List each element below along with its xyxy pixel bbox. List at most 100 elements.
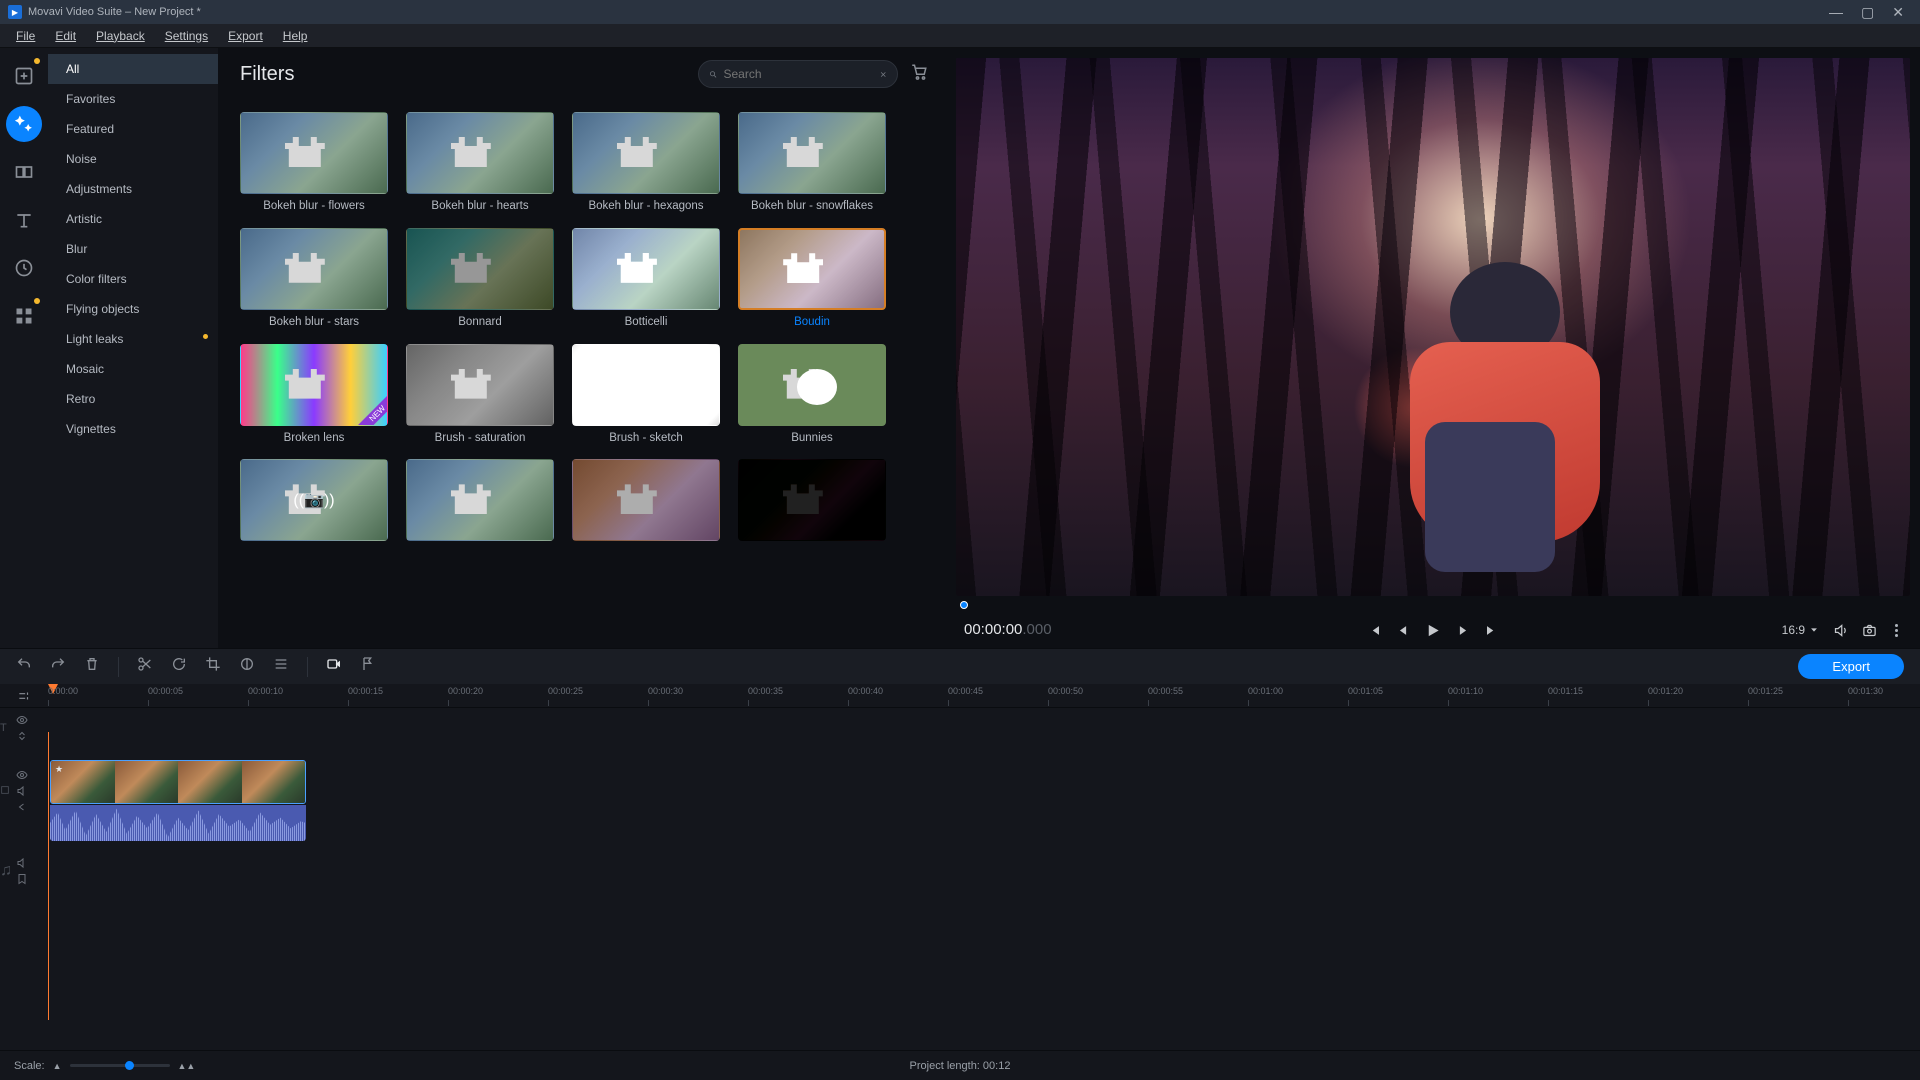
import-button[interactable] bbox=[6, 58, 42, 94]
zoom-in-button[interactable]: ▲▲ bbox=[178, 1061, 196, 1071]
search-input[interactable] bbox=[724, 67, 879, 81]
filter-bokeh-blur-flowers[interactable]: Bokeh blur - flowers bbox=[240, 112, 388, 214]
split-button[interactable] bbox=[137, 656, 153, 677]
menu-export[interactable]: Export bbox=[218, 27, 273, 45]
titles-button[interactable] bbox=[6, 202, 42, 238]
stickers-button[interactable] bbox=[6, 250, 42, 286]
volume-button[interactable] bbox=[1833, 623, 1848, 638]
prev-clip-button[interactable] bbox=[1367, 623, 1382, 638]
category-color-filters[interactable]: Color filters bbox=[48, 264, 218, 294]
tool-strip bbox=[0, 48, 48, 648]
search-box[interactable] bbox=[698, 60, 898, 88]
close-button[interactable]: ✕ bbox=[1892, 4, 1904, 21]
ruler-settings-button[interactable] bbox=[0, 684, 48, 707]
category-all[interactable]: All bbox=[48, 54, 218, 84]
category-light-leaks[interactable]: Light leaks bbox=[48, 324, 218, 354]
rotate-button[interactable] bbox=[171, 656, 187, 677]
filter-boudin[interactable]: Boudin bbox=[738, 228, 886, 330]
category-mosaic[interactable]: Mosaic bbox=[48, 354, 218, 384]
record-button[interactable] bbox=[326, 656, 342, 677]
menu-bar: File Edit Playback Settings Export Help bbox=[0, 24, 1920, 48]
clip-effect-icon: ★ bbox=[55, 764, 63, 775]
video-track-controls[interactable] bbox=[16, 769, 28, 813]
search-icon bbox=[709, 68, 718, 81]
color-adjust-button[interactable] bbox=[239, 656, 255, 677]
clear-search-icon[interactable] bbox=[879, 68, 888, 81]
menu-edit[interactable]: Edit bbox=[45, 27, 86, 45]
next-frame-button[interactable] bbox=[1456, 623, 1471, 638]
more-button[interactable] bbox=[6, 298, 42, 334]
transitions-button[interactable] bbox=[6, 154, 42, 190]
category-noise[interactable]: Noise bbox=[48, 144, 218, 174]
filter-brush-sketch[interactable]: Brush - sketch bbox=[572, 344, 720, 446]
filter-bunnies[interactable]: Bunnies bbox=[738, 344, 886, 446]
filter-botticelli[interactable]: Botticelli bbox=[572, 228, 720, 330]
filter-bonnard[interactable]: Bonnard bbox=[406, 228, 554, 330]
panel-title: Filters bbox=[240, 63, 686, 86]
category-featured[interactable]: Featured bbox=[48, 114, 218, 144]
aspect-ratio-selector[interactable]: 16:9 bbox=[1782, 623, 1819, 637]
category-favorites[interactable]: Favorites bbox=[48, 84, 218, 114]
filters-panel: Filters butterfliesdiamondsBokeh blur - … bbox=[218, 48, 950, 648]
audio-waveform[interactable] bbox=[50, 805, 306, 841]
preview-menu-button[interactable] bbox=[1891, 620, 1902, 641]
preview-pane: 00:00:00.000 16:9 bbox=[950, 48, 1920, 648]
audio-track-controls[interactable] bbox=[16, 857, 28, 885]
menu-settings[interactable]: Settings bbox=[155, 27, 218, 45]
menu-help[interactable]: Help bbox=[273, 27, 318, 45]
snapshot-button[interactable] bbox=[1862, 623, 1877, 638]
delete-button[interactable] bbox=[84, 656, 100, 677]
project-length: Project length: 00:12 bbox=[910, 1060, 1011, 1072]
undo-button[interactable] bbox=[16, 656, 32, 677]
filter-item-14[interactable] bbox=[572, 459, 720, 547]
clip-properties-button[interactable] bbox=[273, 656, 289, 677]
timeline-ruler[interactable]: 0:00:0000:00:0500:00:1000:00:1500:00:200… bbox=[48, 684, 1920, 707]
app-icon: ▶ bbox=[8, 5, 22, 19]
filter-item-13[interactable] bbox=[406, 459, 554, 547]
category-flying-objects[interactable]: Flying objects bbox=[48, 294, 218, 324]
timeline: 0:00:0000:00:0500:00:1000:00:1500:00:200… bbox=[0, 684, 1920, 1080]
category-adjustments[interactable]: Adjustments bbox=[48, 174, 218, 204]
filter-grid: butterfliesdiamondsBokeh blur - flowersB… bbox=[240, 98, 928, 547]
category-blur[interactable]: Blur bbox=[48, 234, 218, 264]
filter-bokeh-blur-hexagons[interactable]: Bokeh blur - hexagons bbox=[572, 112, 720, 214]
tracks-area[interactable]: ★ bbox=[48, 708, 1920, 1050]
marker-button[interactable] bbox=[360, 656, 376, 677]
scale-slider[interactable] bbox=[70, 1064, 170, 1067]
filter-bokeh-blur-stars[interactable]: Bokeh blur - stars bbox=[240, 228, 388, 330]
category-artistic[interactable]: Artistic bbox=[48, 204, 218, 234]
minimize-button[interactable]: — bbox=[1829, 4, 1843, 21]
track-headers: T ♫ bbox=[0, 708, 48, 1050]
play-button[interactable] bbox=[1425, 622, 1442, 639]
prev-frame-button[interactable] bbox=[1396, 623, 1411, 638]
zoom-out-button[interactable]: ▲ bbox=[53, 1061, 62, 1071]
next-clip-button[interactable] bbox=[1485, 623, 1500, 638]
title-bar: ▶ Movavi Video Suite – New Project * — ▢… bbox=[0, 0, 1920, 24]
cart-icon[interactable] bbox=[910, 63, 928, 86]
category-retro[interactable]: Retro bbox=[48, 384, 218, 414]
menu-playback[interactable]: Playback bbox=[86, 27, 155, 45]
maximize-button[interactable]: ▢ bbox=[1861, 4, 1874, 21]
timecode: 00:00:00.000 bbox=[964, 621, 1052, 639]
filter-item-15[interactable] bbox=[738, 459, 886, 547]
preview-video[interactable] bbox=[956, 58, 1910, 596]
crop-button[interactable] bbox=[205, 656, 221, 677]
menu-file[interactable]: File bbox=[6, 27, 45, 45]
timeline-toolbar: Export bbox=[0, 648, 1920, 684]
filter-bokeh-blur-hearts[interactable]: Bokeh blur - hearts bbox=[406, 112, 554, 214]
category-vignettes[interactable]: Vignettes bbox=[48, 414, 218, 444]
preview-scrubber[interactable] bbox=[960, 598, 1906, 610]
filters-button[interactable] bbox=[6, 106, 42, 142]
redo-button[interactable] bbox=[50, 656, 66, 677]
scale-label: Scale: bbox=[14, 1060, 45, 1072]
filter-bokeh-blur-snowflakes[interactable]: Bokeh blur - snowflakes bbox=[738, 112, 886, 214]
filter-broken-lens[interactable]: NEWBroken lens bbox=[240, 344, 388, 446]
window-title: Movavi Video Suite – New Project * bbox=[28, 6, 201, 18]
category-sidebar: AllFavoritesFeaturedNoiseAdjustmentsArti… bbox=[48, 48, 218, 648]
filter-brush-saturation[interactable]: Brush - saturation bbox=[406, 344, 554, 446]
export-button[interactable]: Export bbox=[1798, 654, 1904, 679]
status-bar: Scale: ▲ ▲▲ Project length: 00:12 bbox=[0, 1050, 1920, 1080]
filter-item-12[interactable] bbox=[240, 459, 388, 547]
preview-controls: 00:00:00.000 16:9 bbox=[950, 612, 1916, 648]
video-clip[interactable]: ★ bbox=[50, 760, 306, 804]
